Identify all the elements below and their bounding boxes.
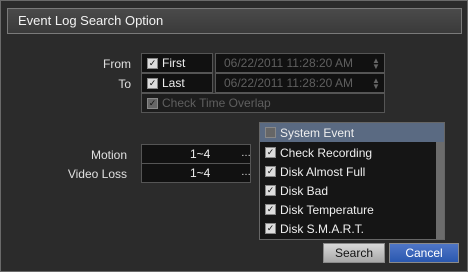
video-loss-selector[interactable]: 1~4 … (141, 163, 251, 183)
list-item-checkbox[interactable]: ✓ (265, 204, 276, 215)
event-log-search-dialog: Event Log Search Option From ✓ First 06/… (0, 0, 468, 272)
system-event-checkbox[interactable] (265, 127, 276, 138)
list-item-checkbox[interactable]: ✓ (265, 147, 276, 158)
list-item[interactable]: ✓ Check Recording (260, 143, 436, 162)
video-loss-value: 1~4 (190, 166, 211, 180)
to-last-checkbox[interactable]: ✓ (147, 78, 158, 89)
from-first-toggle[interactable]: ✓ First (141, 53, 213, 73)
to-last-label: Last (162, 76, 185, 90)
to-datetime: 06/22/2011 11:28:20 AM (224, 76, 353, 90)
dialog-title: Event Log Search Option (18, 13, 164, 28)
list-item-label: Check Recording (280, 146, 373, 160)
list-item-label: Disk S.M.A.R.T. (280, 222, 365, 236)
from-label: From (103, 57, 131, 71)
system-event-header[interactable]: System Event (260, 123, 444, 142)
to-last-toggle[interactable]: ✓ Last (141, 73, 213, 93)
check-time-overlap-toggle[interactable]: ✓ Check Time Overlap (141, 93, 385, 113)
list-item[interactable]: ✓ Disk Almost Full (260, 162, 436, 181)
from-datetime-field[interactable]: 06/22/2011 11:28:20 AM ▲ ▼ (215, 53, 385, 73)
from-datetime-spinner-icon[interactable]: ▲ ▼ (372, 57, 380, 71)
from-datetime: 06/22/2011 11:28:20 AM (224, 56, 353, 70)
motion-selector[interactable]: 1~4 … (141, 144, 251, 164)
motion-value: 1~4 (190, 147, 211, 161)
cancel-button[interactable]: Cancel (389, 243, 459, 263)
list-item-checkbox[interactable]: ✓ (265, 166, 276, 177)
check-time-overlap-checkbox[interactable]: ✓ (147, 98, 158, 109)
video-loss-more-icon[interactable]: … (241, 167, 251, 178)
list-item-checkbox[interactable]: ✓ (265, 185, 276, 196)
event-type-list[interactable]: System Event ✓ Check Recording ✓ Disk Al… (259, 122, 445, 240)
motion-label: Motion (90, 148, 127, 162)
list-scrollbar[interactable] (436, 142, 444, 239)
search-button[interactable]: Search (323, 243, 385, 263)
check-time-overlap-label: Check Time Overlap (162, 96, 271, 110)
to-datetime-spinner-icon[interactable]: ▲ ▼ (372, 77, 380, 91)
list-item-label: Disk Almost Full (280, 165, 366, 179)
list-item-label: Disk Bad (280, 184, 329, 198)
list-item[interactable]: ✓ Disk Temperature (260, 200, 436, 219)
video-loss-label: Video Loss (67, 167, 127, 181)
list-item[interactable]: ✓ Disk Bad (260, 181, 436, 200)
system-event-label: System Event (280, 126, 355, 140)
to-datetime-field[interactable]: 06/22/2011 11:28:20 AM ▲ ▼ (215, 73, 385, 93)
list-item-label: Disk Temperature (280, 203, 374, 217)
list-item-checkbox[interactable]: ✓ (265, 223, 276, 234)
list-item[interactable]: ✓ Disk S.M.A.R.T. (260, 219, 436, 238)
motion-more-icon[interactable]: … (241, 148, 251, 159)
from-first-checkbox[interactable]: ✓ (147, 58, 158, 69)
dialog-title-bar: Event Log Search Option (7, 8, 462, 34)
from-first-label: First (162, 56, 186, 70)
to-label: To (118, 77, 131, 91)
